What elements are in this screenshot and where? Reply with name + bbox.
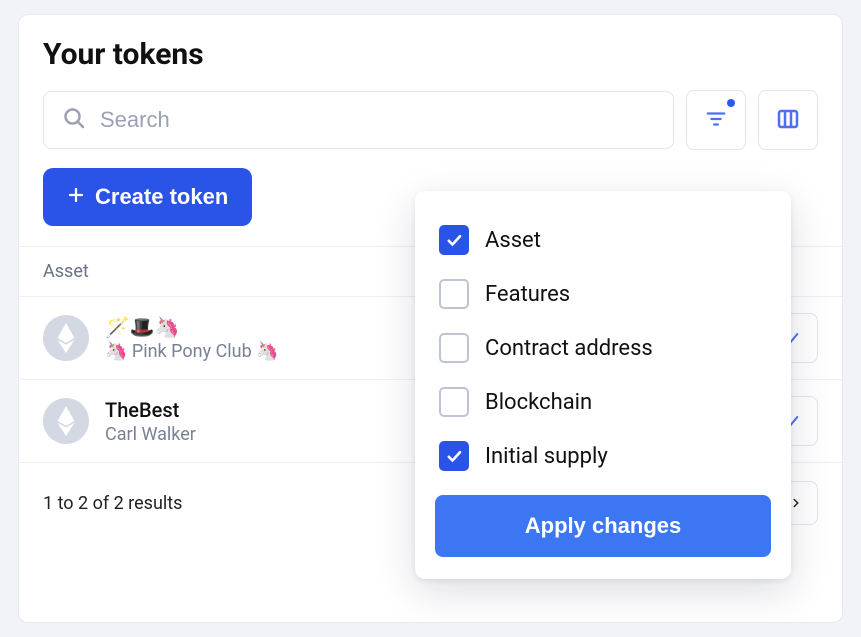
search-input[interactable] bbox=[100, 107, 655, 133]
columns-icon bbox=[776, 107, 800, 134]
column-option-initial-supply[interactable]: Initial supply bbox=[435, 429, 771, 483]
column-option-asset[interactable]: Asset bbox=[435, 213, 771, 267]
page-title: Your tokens bbox=[43, 37, 818, 72]
columns-button[interactable] bbox=[758, 90, 818, 150]
checkbox-unchecked-icon bbox=[439, 387, 469, 417]
option-label: Blockchain bbox=[485, 390, 592, 415]
create-token-label: Create token bbox=[95, 184, 228, 210]
column-option-features[interactable]: Features bbox=[435, 267, 771, 321]
option-label: Contract address bbox=[485, 336, 653, 361]
option-label: Asset bbox=[485, 228, 541, 253]
ethereum-icon bbox=[43, 315, 89, 361]
checkbox-unchecked-icon bbox=[439, 279, 469, 309]
toolbar bbox=[43, 90, 818, 150]
results-text: 1 to 2 of 2 results bbox=[43, 493, 182, 514]
create-token-button[interactable]: Create token bbox=[43, 168, 252, 226]
ethereum-icon bbox=[43, 398, 89, 444]
option-label: Initial supply bbox=[485, 444, 608, 469]
checkbox-checked-icon bbox=[439, 441, 469, 471]
search-input-wrap[interactable] bbox=[43, 91, 674, 149]
column-option-blockchain[interactable]: Blockchain bbox=[435, 375, 771, 429]
checkbox-checked-icon bbox=[439, 225, 469, 255]
filter-button[interactable] bbox=[686, 90, 746, 150]
option-label: Features bbox=[485, 282, 570, 307]
apply-changes-button[interactable]: Apply changes bbox=[435, 495, 771, 557]
filter-active-dot bbox=[727, 99, 735, 107]
plus-icon bbox=[67, 184, 85, 210]
checkbox-unchecked-icon bbox=[439, 333, 469, 363]
search-icon bbox=[62, 106, 86, 134]
column-option-contract-address[interactable]: Contract address bbox=[435, 321, 771, 375]
tokens-card: Your tokens bbox=[18, 14, 843, 623]
filter-icon bbox=[705, 108, 727, 133]
columns-dropdown: Asset Features Contract address Blockcha… bbox=[415, 191, 791, 579]
column-asset: Asset bbox=[43, 261, 89, 282]
